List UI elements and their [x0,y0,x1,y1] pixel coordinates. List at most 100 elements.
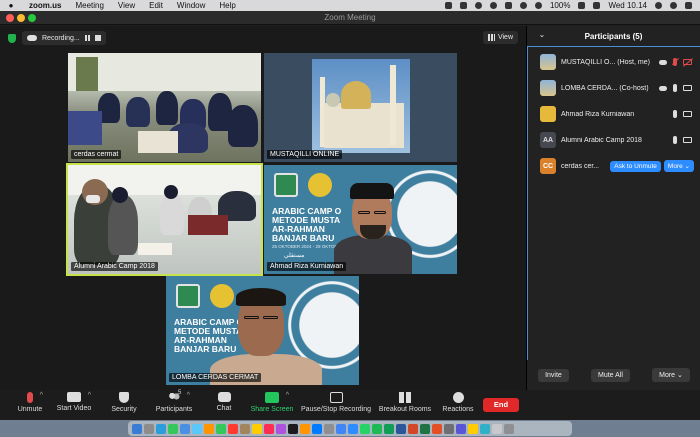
status-icon[interactable] [444,2,452,9]
notes-icon[interactable] [252,423,262,434]
video-icon[interactable] [683,137,692,143]
status-icon[interactable] [459,2,467,9]
menu-app[interactable]: zoom.us [22,0,68,11]
video-tile-alumni-arabic-camp[interactable]: Alumni Arabic Camp 2018 [66,163,263,276]
mic-icon[interactable] [673,136,677,144]
video-tile-mustaqilli-online[interactable]: MUSTAQILLI ONLINE [264,53,457,162]
messages-icon[interactable] [168,423,178,434]
view-button[interactable]: View [482,31,518,44]
flag-icon[interactable] [593,2,601,9]
collapse-chevron-icon[interactable]: ⌄ [539,31,545,39]
participant-name: LOMBA CERDA... (Co-host) [561,84,649,92]
status-icon[interactable] [519,2,527,9]
menu-help[interactable]: Help [212,0,242,11]
app-icon[interactable] [468,423,478,434]
status-icon[interactable] [504,2,512,9]
video-icon[interactable] [683,111,692,117]
search-icon[interactable] [655,2,662,9]
breakout-rooms-button[interactable]: Breakout Rooms [375,392,435,413]
end-meeting-button[interactable]: End [483,398,519,412]
encryption-shield-icon[interactable] [8,33,16,43]
maps-icon[interactable] [192,423,202,434]
video-tile-lomba-cerdas-cermat[interactable]: ARABIC CAMP C METODE MUSTA AR-RAHMAN BAN… [166,276,359,385]
calendar-icon[interactable] [228,423,238,434]
trash-icon[interactable] [504,423,514,434]
video-tile-ahmad-riza[interactable]: ARABIC CAMP O METODE MUSTA AR-RAHMAN BAN… [264,165,457,274]
siri-icon[interactable] [670,2,677,9]
app-icon[interactable] [432,423,442,434]
unmute-label: Unmute [17,406,43,413]
chevron-up-icon[interactable]: ^ [286,392,289,399]
reactions-button[interactable]: Reactions [428,392,488,413]
participants-count: 5 [178,390,182,396]
video-icon[interactable] [683,85,692,91]
downloads-icon[interactable] [492,423,502,434]
app-store-icon[interactable] [312,423,322,434]
mic-muted-icon[interactable] [673,58,677,66]
pause-recording-icon[interactable] [84,35,90,41]
green-logo-icon [274,173,298,197]
tile-name-label: Alumni Arabic Camp 2018 [71,262,158,271]
ask-to-unmute-button[interactable]: Ask to Unmute [610,160,661,172]
participant-row[interactable]: AA Alumni Arabic Camp 2018 [528,127,700,153]
reactions-label: Reactions [442,406,474,413]
excel-icon[interactable] [420,423,430,434]
menu-view[interactable]: View [111,0,142,11]
contacts-icon[interactable] [240,423,250,434]
podcasts-icon[interactable] [276,423,286,434]
launchpad-icon[interactable] [144,423,154,434]
wifi-icon[interactable] [534,2,542,9]
chrome-icon[interactable] [336,423,346,434]
tv-icon[interactable] [288,423,298,434]
finder-icon[interactable] [132,423,142,434]
participant-row[interactable]: Ahmad Riza Kurniawan [528,101,700,127]
menu-window[interactable]: Window [170,0,212,11]
share-screen-label: Share Screen [250,406,294,413]
video-off-icon[interactable] [683,59,692,65]
zoom-icon[interactable] [348,423,358,434]
clock[interactable]: Wed 10.14 [608,1,647,10]
apple-icon[interactable]: ● [0,1,22,10]
mute-all-button[interactable]: Mute All [591,368,630,382]
chevron-up-icon[interactable]: ^ [88,392,91,399]
chevron-up-icon[interactable]: ^ [187,392,190,399]
mail-icon[interactable] [180,423,190,434]
video-tile-cerdas-cermat[interactable]: cerdas cermat [68,53,261,162]
stop-recording-icon[interactable] [94,35,101,41]
invite-button[interactable]: Invite [538,368,569,382]
battery-icon[interactable] [578,2,586,9]
sheets-icon[interactable] [384,423,394,434]
chevron-up-icon[interactable]: ^ [40,392,43,399]
control-center-icon[interactable] [685,2,692,9]
app-icon[interactable] [456,423,466,434]
mic-icon[interactable] [673,84,677,92]
status-icon[interactable] [474,2,482,9]
grid-view-icon [487,34,495,41]
app-icon[interactable] [444,423,454,434]
pause-stop-recording-button[interactable]: Pause/Stop Recording [296,392,376,413]
photos-icon[interactable] [204,423,214,434]
more-button[interactable]: More ⌄ [652,368,690,382]
participant-row[interactable]: CC cerdas cer... Ask to Unmute More ⌄ [528,153,700,179]
safari-icon[interactable] [156,423,166,434]
app-icon[interactable] [480,423,490,434]
participant-row[interactable]: MUSTAQILLI O... (Host, me) [528,49,700,75]
more-options-button[interactable]: More ⌄ [663,160,694,172]
powerpoint-icon[interactable] [408,423,418,434]
tile-name-label: cerdas cermat [71,150,122,159]
whatsapp-icon[interactable] [360,423,370,434]
word-icon[interactable] [396,423,406,434]
spotify-icon[interactable] [372,423,382,434]
reactions-icon [452,392,464,403]
books-icon[interactable] [300,423,310,434]
facetime-icon[interactable] [216,423,226,434]
share-screen-button[interactable]: ^ Share Screen [242,392,302,413]
menu-edit[interactable]: Edit [142,0,170,11]
status-icon[interactable] [489,2,497,9]
participant-row[interactable]: LOMBA CERDA... (Co-host) [528,75,700,101]
menu-meeting[interactable]: Meeting [68,0,110,11]
music-icon[interactable] [264,423,274,434]
dock-bar [128,421,572,436]
settings-icon[interactable] [324,423,334,434]
mic-icon[interactable] [673,110,677,118]
